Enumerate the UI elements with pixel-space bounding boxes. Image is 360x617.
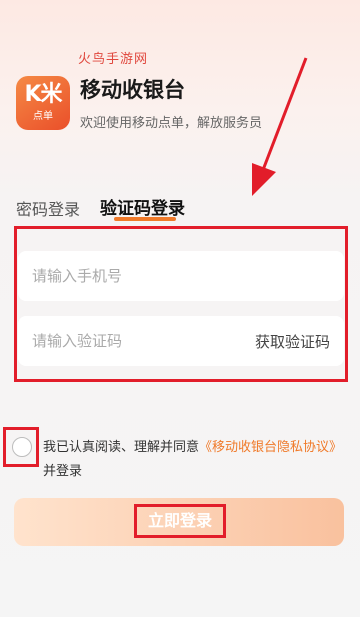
annotation-box-checkbox <box>3 427 39 467</box>
agreement-text: 我已认真阅读、理解并同意《移动收银台隐私协议》并登录 <box>43 436 343 484</box>
privacy-policy-link[interactable]: 《移动收银台隐私协议》 <box>199 440 342 455</box>
annotation-box-login <box>134 504 226 538</box>
agreement-suffix: 并登录 <box>43 464 83 479</box>
agreement-prefix: 我已认真阅读、理解并同意 <box>43 440 200 455</box>
